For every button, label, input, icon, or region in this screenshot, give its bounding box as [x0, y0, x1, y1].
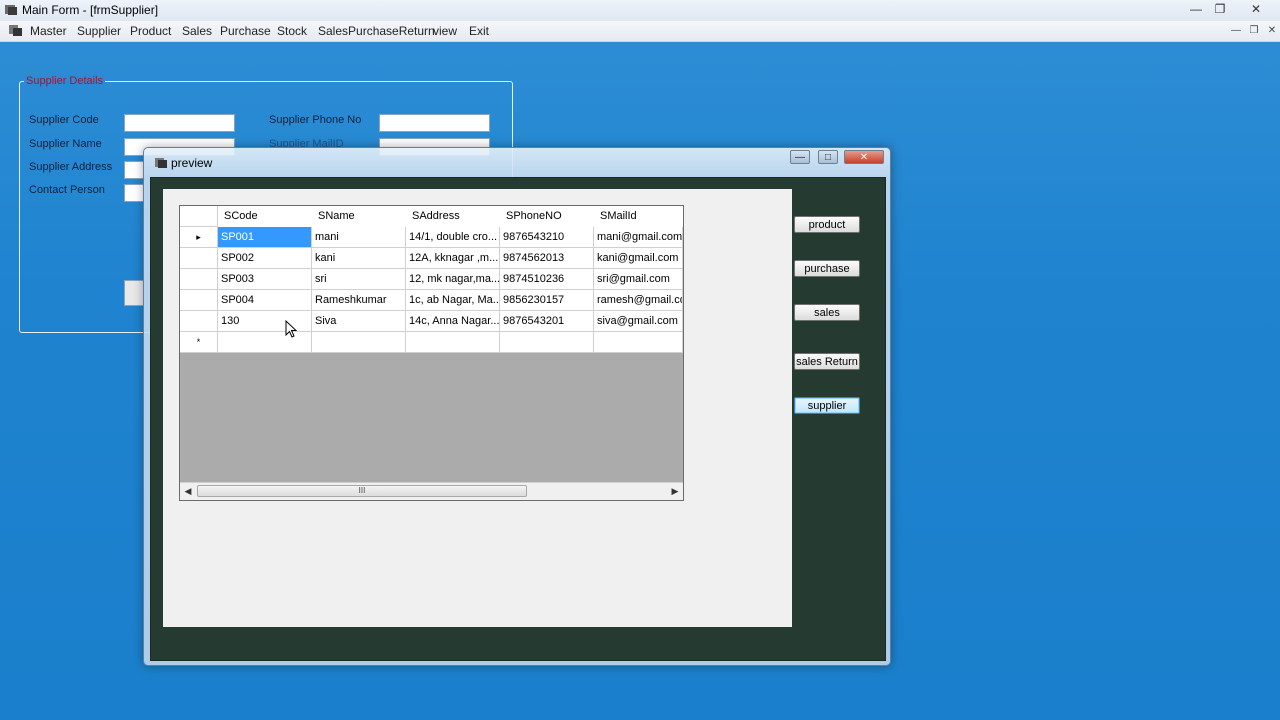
main-window-title: Main Form - [frmSupplier]	[22, 3, 159, 17]
new-row-indicator[interactable]: *	[180, 332, 218, 353]
column-header-scode[interactable]: SCode	[218, 206, 312, 227]
new-row[interactable]: *	[180, 332, 683, 353]
cell-smailid[interactable]: siva@gmail.com	[594, 311, 683, 332]
cell-sphoneno[interactable]: 9874510236	[500, 269, 594, 290]
mdi-close-icon[interactable]: ✕	[1264, 23, 1280, 38]
supplier-name-label: Supplier Name	[29, 138, 102, 150]
cell-sname[interactable]: sri	[312, 269, 406, 290]
minimize-icon[interactable]: —	[1184, 1, 1208, 18]
preview-title: preview	[171, 156, 213, 170]
form-button-partial[interactable]	[124, 280, 144, 306]
cell-scode[interactable]: SP002	[218, 248, 312, 269]
supplier-code-field[interactable]	[124, 114, 235, 132]
purchase-button[interactable]: purchase	[794, 260, 860, 277]
maximize-icon[interactable]: ❐	[1208, 1, 1232, 18]
menu-stock[interactable]: Stock	[277, 24, 307, 38]
new-cell-smailid[interactable]	[594, 332, 683, 353]
grid-corner-header[interactable]	[180, 206, 218, 227]
mouse-pointer-icon	[285, 320, 297, 338]
menu-sales[interactable]: Sales	[182, 24, 212, 38]
column-header-sname[interactable]: SName	[312, 206, 406, 227]
new-cell-scode[interactable]	[218, 332, 312, 353]
product-button[interactable]: product	[794, 216, 860, 233]
new-cell-saddress[interactable]	[406, 332, 500, 353]
table-row[interactable]: SP003 sri 12, mk nagar,ma... 9874510236 …	[180, 269, 683, 290]
menu-purchase[interactable]: Purchase	[220, 24, 271, 38]
main-title-bar: Main Form - [frmSupplier] — ❐ ✕	[0, 0, 1280, 22]
cell-smailid[interactable]: kani@gmail.com	[594, 248, 683, 269]
preview-maximize-icon[interactable]: □	[818, 150, 838, 164]
cell-scode[interactable]: SP004	[218, 290, 312, 311]
preview-close-icon[interactable]: ✕	[844, 150, 884, 164]
cell-saddress[interactable]: 1c, ab Nagar, Ma...	[406, 290, 500, 311]
mdi-child-icon[interactable]	[8, 23, 24, 38]
row-header[interactable]	[180, 248, 218, 269]
menu-bar: Master Supplier Product Sales Purchase S…	[0, 21, 1280, 42]
supplier-phone-field[interactable]	[379, 114, 490, 132]
cell-sphoneno[interactable]: 9876543210	[500, 227, 594, 248]
menu-exit[interactable]: Exit	[469, 24, 489, 38]
column-header-smailid[interactable]: SMailId	[594, 206, 683, 227]
cell-scode[interactable]: SP001	[218, 227, 312, 248]
preview-client-area: SCode SName SAddress SPhoneNO SMailId ▸ …	[150, 177, 886, 661]
cell-smailid[interactable]: mani@gmail.com	[594, 227, 683, 248]
supplier-grid[interactable]: SCode SName SAddress SPhoneNO SMailId ▸ …	[179, 205, 684, 501]
scroll-thumb[interactable]: III	[197, 485, 527, 497]
table-row[interactable]: 130 Siva 14c, Anna Nagar... 9876543201 s…	[180, 311, 683, 332]
cell-sname[interactable]: mani	[312, 227, 406, 248]
new-cell-sphoneno[interactable]	[500, 332, 594, 353]
mdi-restore-icon[interactable]: ❐	[1246, 23, 1262, 38]
cell-scode[interactable]: SP003	[218, 269, 312, 290]
horizontal-scrollbar[interactable]: ◀ III ▶	[180, 482, 683, 500]
preview-window: preview — □ ✕ SCode SName SAddress SPhon…	[143, 147, 891, 666]
contact-person-label: Contact Person	[29, 184, 105, 196]
table-row[interactable]: ▸ SP001 mani 14/1, double cro... 9876543…	[180, 227, 683, 248]
cell-sphoneno[interactable]: 9874562013	[500, 248, 594, 269]
supplier-phone-label: Supplier Phone No	[269, 114, 362, 126]
supplier-code-label: Supplier Code	[29, 114, 99, 126]
column-header-saddress[interactable]: SAddress	[406, 206, 500, 227]
row-header[interactable]	[180, 290, 218, 311]
mdi-minimize-icon[interactable]: —	[1228, 23, 1244, 38]
table-row[interactable]: SP002 kani 12A, kknagar ,m... 9874562013…	[180, 248, 683, 269]
column-header-sphoneno[interactable]: SPhoneNO	[500, 206, 594, 227]
cell-sname[interactable]: kani	[312, 248, 406, 269]
menu-view[interactable]: view	[433, 24, 457, 38]
cell-saddress[interactable]: 12A, kknagar ,m...	[406, 248, 500, 269]
cell-sname[interactable]: Siva	[312, 311, 406, 332]
row-header[interactable]	[180, 269, 218, 290]
grid-header-row: SCode SName SAddress SPhoneNO SMailId	[180, 206, 683, 227]
cell-sphoneno[interactable]: 9856230157	[500, 290, 594, 311]
supplier-address-label: Supplier Address	[29, 161, 113, 173]
menu-master[interactable]: Master	[30, 24, 67, 38]
new-cell-sname[interactable]	[312, 332, 406, 353]
cell-scode[interactable]: 130	[218, 311, 312, 332]
preview-app-icon	[155, 158, 167, 168]
close-icon[interactable]: ✕	[1244, 1, 1268, 18]
current-row-indicator[interactable]: ▸	[180, 227, 218, 248]
menu-salespurchasereturn[interactable]: SalesPurchaseReturn	[318, 24, 435, 38]
menu-supplier[interactable]: Supplier	[77, 24, 121, 38]
cell-sphoneno[interactable]: 9876543201	[500, 311, 594, 332]
menu-product[interactable]: Product	[130, 24, 171, 38]
grid-panel: SCode SName SAddress SPhoneNO SMailId ▸ …	[163, 189, 792, 627]
scroll-left-icon[interactable]: ◀	[182, 485, 194, 498]
cell-saddress[interactable]: 14/1, double cro...	[406, 227, 500, 248]
cell-saddress[interactable]: 12, mk nagar,ma...	[406, 269, 500, 290]
preview-minimize-icon[interactable]: —	[790, 150, 810, 164]
sales-button[interactable]: sales	[794, 304, 860, 321]
app-icon	[5, 5, 17, 15]
cell-smailid[interactable]: sri@gmail.com	[594, 269, 683, 290]
supplier-details-title: Supplier Details	[24, 75, 106, 87]
row-header[interactable]	[180, 311, 218, 332]
cell-saddress[interactable]: 14c, Anna Nagar...	[406, 311, 500, 332]
supplier-button[interactable]: supplier	[794, 397, 860, 414]
cell-smailid[interactable]: ramesh@gmail.com	[594, 290, 683, 311]
scroll-right-icon[interactable]: ▶	[669, 485, 681, 498]
table-row[interactable]: SP004 Rameshkumar 1c, ab Nagar, Ma... 98…	[180, 290, 683, 311]
cell-sname[interactable]: Rameshkumar	[312, 290, 406, 311]
contact-person-field[interactable]	[124, 184, 144, 202]
sales-return-button[interactable]: sales Return	[794, 353, 860, 370]
supplier-address-field[interactable]	[124, 161, 144, 179]
